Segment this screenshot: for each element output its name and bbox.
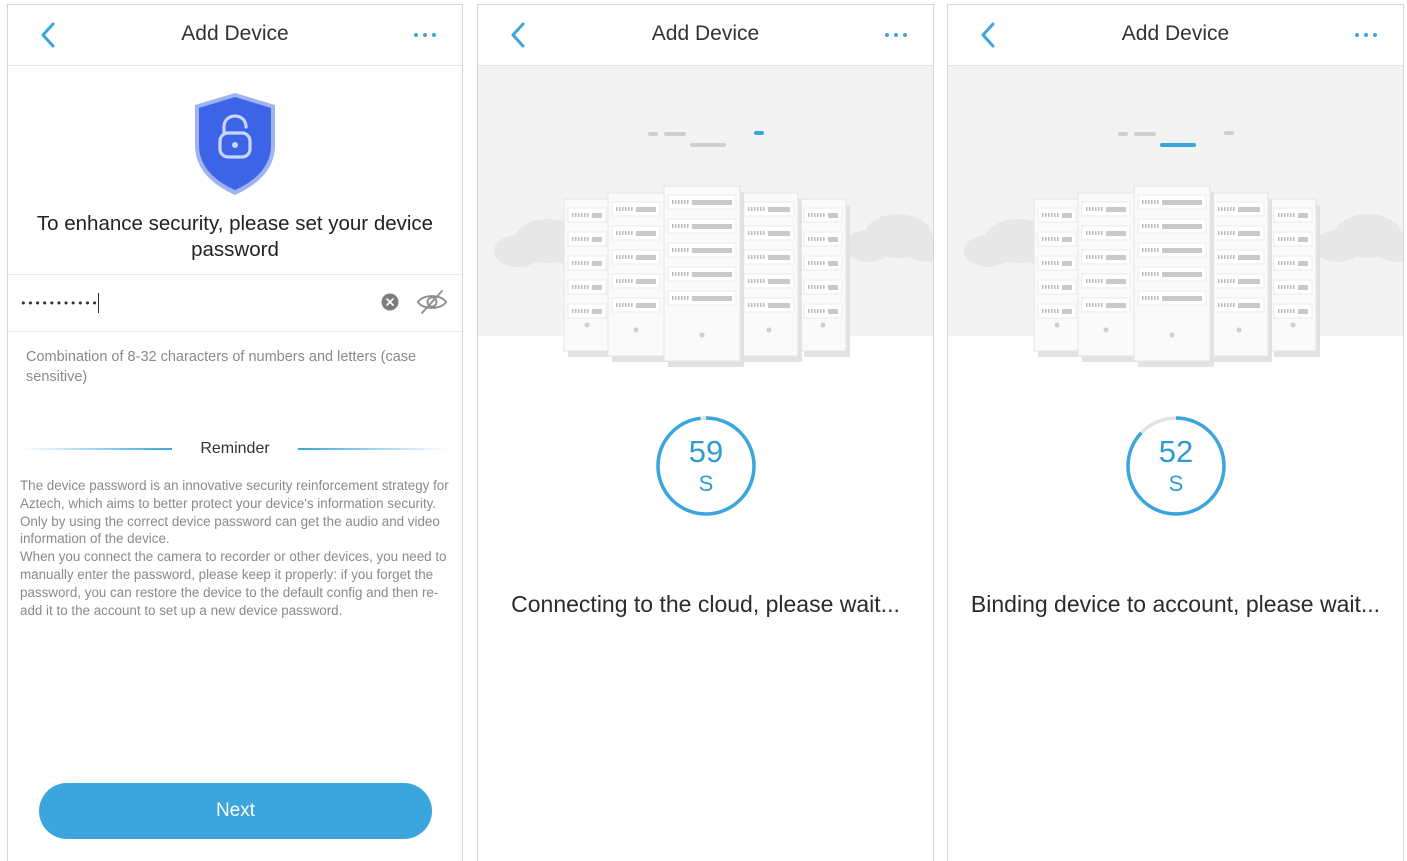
more-button[interactable] (881, 21, 911, 49)
clear-icon[interactable] (381, 293, 399, 311)
nav-bar: Add Device (478, 5, 933, 66)
countdown-value: 52 (1158, 434, 1194, 469)
status-message: Binding device to account, please wait..… (970, 591, 1381, 617)
nav-bar: Add Device (948, 5, 1403, 66)
countdown-timer: 59 S (654, 414, 758, 518)
shield-lock-icon (195, 93, 275, 195)
connecting-screen: Add Device 59 S Connecting to the cloud,… (477, 4, 934, 861)
ellipsis-icon (885, 33, 907, 37)
ellipsis-icon (414, 33, 436, 37)
countdown-unit: S (698, 471, 714, 496)
password-field-row (8, 274, 462, 332)
ellipsis-icon (1355, 33, 1377, 37)
text-caret (98, 293, 99, 313)
binding-screen: Add Device 52 S Binding device to accoun… (947, 4, 1404, 861)
eye-off-icon[interactable] (416, 289, 448, 315)
server-illustration (478, 66, 933, 376)
more-button[interactable] (1351, 21, 1381, 49)
next-button[interactable]: Next (39, 783, 432, 839)
page-title: Add Device (1121, 22, 1230, 45)
set-password-screen: Add Device To enhance security, please s… (7, 4, 463, 861)
divider-right (298, 448, 448, 450)
reminder-text: The device password is an innovative sec… (20, 478, 449, 618)
security-headline: To enhance security, please set your dev… (36, 212, 434, 261)
password-hint: Combination of 8-32 characters of number… (26, 349, 417, 385)
countdown-value: 59 (688, 434, 724, 469)
more-button[interactable] (410, 21, 440, 49)
nav-bar: Add Device (8, 5, 462, 66)
page-title: Add Device (651, 22, 760, 45)
countdown-timer: 52 S (1124, 414, 1228, 518)
password-input[interactable] (20, 289, 320, 317)
page-title: Add Device (181, 22, 289, 45)
countdown-unit: S (1168, 471, 1184, 496)
status-message: Connecting to the cloud, please wait... (511, 591, 900, 617)
server-illustration (948, 66, 1403, 376)
